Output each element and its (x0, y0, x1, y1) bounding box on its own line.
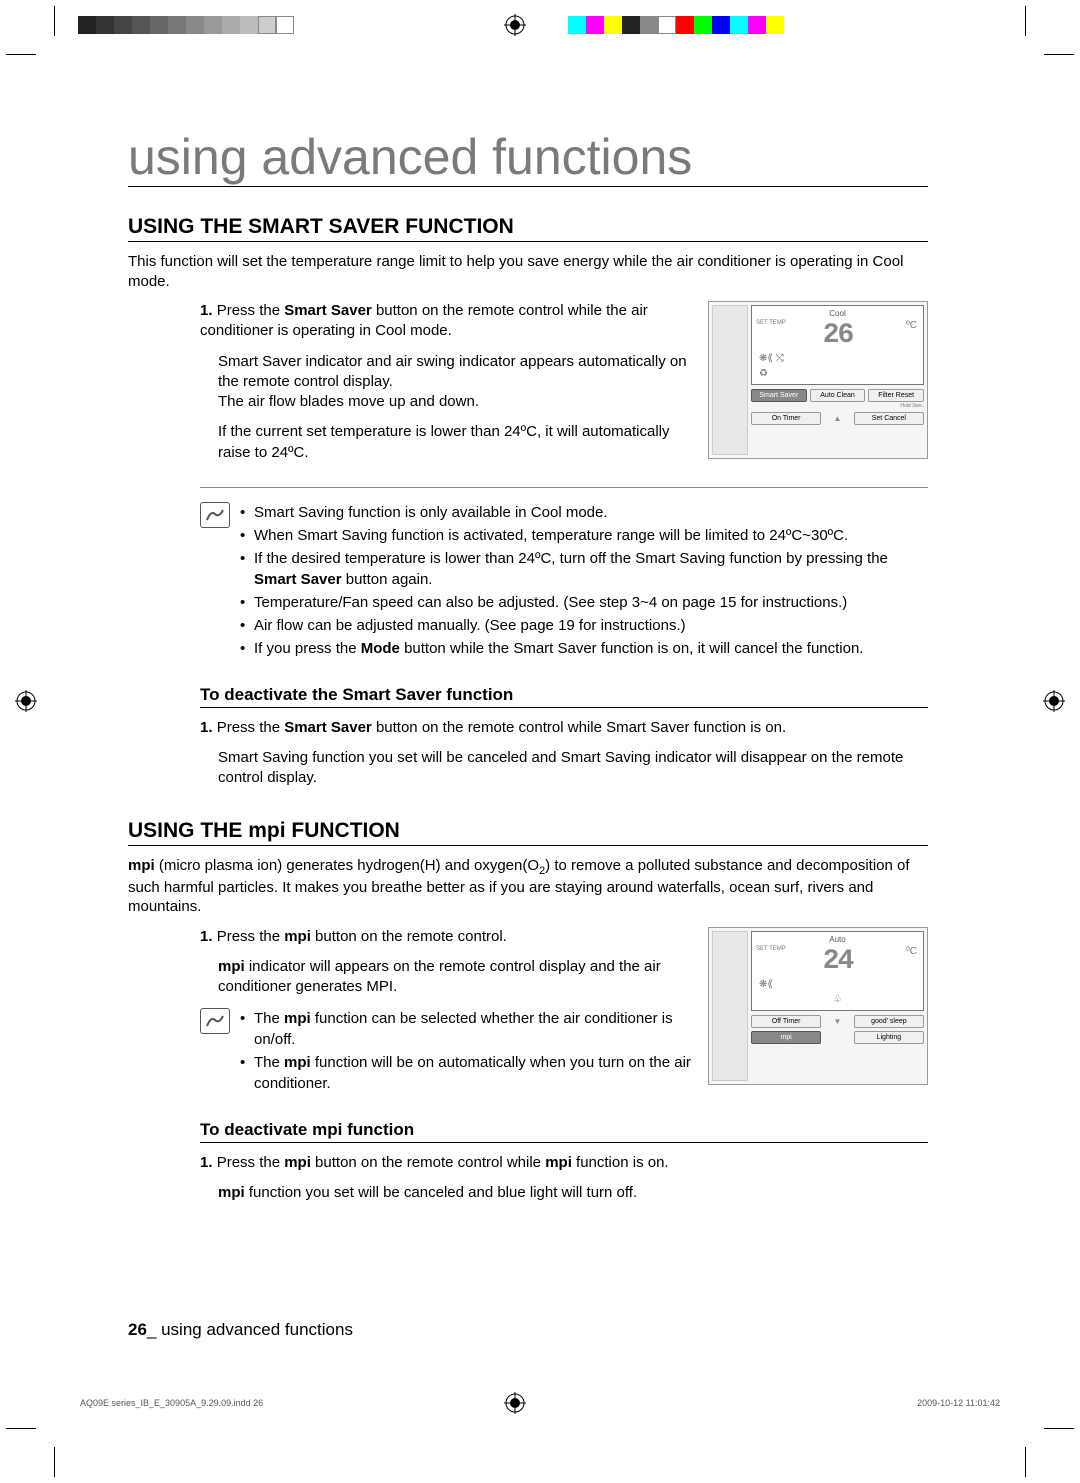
page-title: using advanced functions (128, 128, 928, 187)
mpi-button: mpi (751, 1031, 821, 1044)
mpi-heading: USING THE mpi FUNCTION (128, 819, 928, 846)
crop-mark (6, 54, 36, 55)
footer-filename: AQ09E series_IB_E_30905A_9.29.09.indd 26 (80, 1398, 263, 1408)
crop-mark (1044, 1428, 1074, 1429)
fan-swing-icon: ❋⟪ ⤭ (755, 351, 920, 366)
divider (200, 487, 928, 488)
color-bar-gray (78, 16, 294, 34)
off-timer-button: Off Timer (751, 1015, 821, 1028)
fan-icon: ❋⟪ (755, 977, 920, 992)
mpi-step-row: 1. Press the mpi button on the remote co… (200, 927, 928, 1096)
smart-saver-step-text: 1. Press the Smart Saver button on the r… (200, 301, 692, 473)
footer-timestamp: 2009-10-12 11:01:42 (917, 1398, 1000, 1408)
page-footer-number: 26_ using advanced functions (128, 1320, 353, 1340)
crop-mark (1044, 54, 1074, 55)
color-bar-rgb (568, 16, 784, 34)
mpi-section: USING THE mpi FUNCTION mpi (micro plasma… (128, 819, 928, 1204)
lighting-button: Lighting (854, 1031, 924, 1044)
arrow-up-icon: ▲ (824, 412, 851, 425)
smart-saver-button: Smart Saver (751, 389, 807, 402)
on-timer-button: On Timer (751, 412, 821, 425)
deactivate-smart-saver-heading: To deactivate the Smart Saver function (200, 685, 928, 708)
note-icon (200, 1008, 230, 1034)
crop-mark (1025, 6, 1026, 36)
good-sleep-button: good' sleep (854, 1015, 924, 1028)
step-number: 1. (200, 302, 213, 319)
registration-mark-bottom (504, 1392, 526, 1414)
remote-illustration-smart-saver: Cool SET TEMP 26 ºC ❋⟪ ⤭ ♻ Smart Saver A… (708, 301, 928, 459)
remote-illustration-mpi: Auto SET TEMP 24 ºC ❋⟪ ♧ Off Timer ▼ (708, 927, 928, 1085)
auto-clean-button: Auto Clean (810, 389, 866, 402)
note-item: Smart Saving function is only available … (240, 502, 928, 523)
smart-saver-intro: This function will set the temperature r… (128, 252, 928, 291)
mpi-intro: mpi (micro plasma ion) generates hydroge… (128, 856, 928, 917)
note-item: Air flow can be adjusted manually. (See … (240, 615, 928, 636)
deactivate-mpi-step: 1. Press the mpi button on the remote co… (200, 1153, 928, 1204)
arrow-down-icon: ▼ (824, 1015, 851, 1028)
crop-mark (54, 6, 55, 36)
note-icon (200, 502, 230, 528)
note-item: If the desired temperature is lower than… (240, 548, 928, 590)
smart-saver-heading: USING THE SMART SAVER FUNCTION (128, 215, 928, 242)
note-item: Temperature/Fan speed can also be adjust… (240, 592, 928, 613)
note-item: If you press the Mode button while the S… (240, 638, 928, 659)
deactivate-mpi-heading: To deactivate mpi function (200, 1120, 928, 1143)
note-item: The mpi function will be on automaticall… (240, 1052, 692, 1094)
manual-page: using advanced functions USING THE SMART… (0, 0, 1080, 1483)
note-item: The mpi function can be selected whether… (240, 1008, 692, 1050)
crop-mark (54, 1447, 55, 1477)
smart-saver-notes: Smart Saving function is only available … (200, 502, 928, 661)
crop-mark (1025, 1447, 1026, 1477)
saver-icon: ♻ (755, 366, 920, 381)
mpi-indicator-icon: ♧ (755, 992, 920, 1007)
set-cancel-button: Set Cancel (854, 412, 924, 425)
page-content: using advanced functions USING THE SMART… (128, 128, 928, 1213)
registration-mark-top (504, 14, 526, 36)
smart-saver-step-row: 1. Press the Smart Saver button on the r… (200, 301, 928, 473)
deactivate-smart-saver-step: 1. Press the Smart Saver button on the r… (200, 718, 928, 789)
filter-reset-button: Filter Reset (868, 389, 924, 402)
mpi-step-text: 1. Press the mpi button on the remote co… (200, 927, 692, 1096)
note-item: When Smart Saving function is activated,… (240, 525, 928, 546)
registration-mark-right (1043, 690, 1065, 712)
registration-mark-left (15, 690, 37, 712)
crop-mark (6, 1428, 36, 1429)
